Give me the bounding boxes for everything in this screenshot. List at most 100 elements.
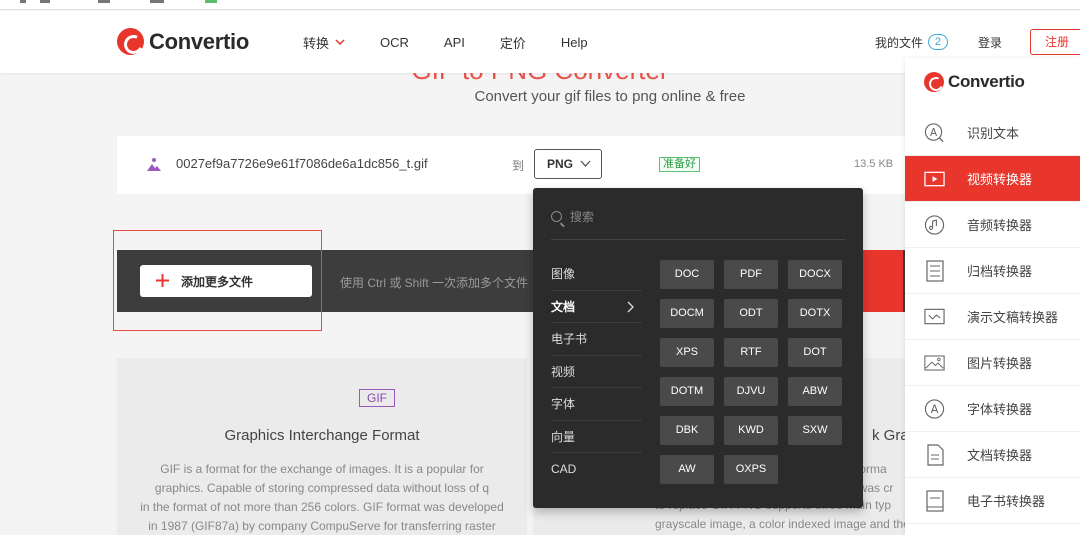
menu-item-archive-converter[interactable]: 归档转换器 — [905, 248, 1080, 294]
format-option-djvu[interactable]: DJVU — [724, 377, 778, 406]
format-option-oxps[interactable]: OXPS — [724, 455, 778, 484]
convert-button[interactable] — [863, 250, 903, 312]
menu-item-font-converter[interactable]: A 字体转换器 — [905, 386, 1080, 432]
svg-text:A: A — [930, 126, 938, 138]
brand-logo[interactable]: Convertio — [117, 28, 249, 55]
nav-api[interactable]: API — [444, 35, 465, 50]
ocr-icon: A — [924, 122, 945, 143]
format-option-rtf[interactable]: RTF — [724, 338, 778, 367]
font-icon: A — [924, 398, 945, 419]
format-option-docx[interactable]: DOCX — [788, 260, 842, 289]
description-line: GIF is a format for the exchange of imag… — [160, 462, 484, 476]
format-option-docm[interactable]: DOCM — [660, 299, 714, 328]
format-search[interactable]: 搜索 — [551, 208, 845, 240]
format-option-odt[interactable]: ODT — [724, 299, 778, 328]
menu-item-label: 图片转换器 — [967, 356, 1033, 371]
menu-brand-name: Convertio — [948, 72, 1025, 91]
format-tag: GIF — [359, 389, 395, 407]
target-format-value: PNG — [547, 157, 574, 171]
register-button[interactable]: 注册 — [1030, 29, 1080, 55]
file-size: 13.5 KB — [854, 158, 894, 170]
description-line: in the format of not more than 256 color… — [140, 500, 504, 514]
menu-item-image-converter[interactable]: 图片转换器 — [905, 340, 1080, 386]
file-name: 0027ef9a7726e9e61f7086de6a1dc856_t.gif — [176, 156, 428, 171]
nav-convert[interactable]: 转换 — [303, 33, 345, 52]
format-options-grid: DOC PDF DOCX DOCM ODT DOTX XPS RTF DOT D… — [660, 260, 846, 484]
presentation-icon — [924, 306, 945, 327]
format-option-dbk[interactable]: DBK — [660, 416, 714, 445]
category-document[interactable]: 文档 — [551, 291, 642, 323]
video-icon — [924, 168, 945, 189]
source-format-info: GIF Graphics Interchange Format GIF is a… — [117, 358, 527, 535]
nav-pricing[interactable]: 定价 — [500, 33, 526, 52]
category-document-label: 文档 — [551, 299, 576, 314]
image-file-icon — [146, 156, 162, 172]
chevron-down-icon — [335, 37, 345, 48]
convertio-logo-icon — [117, 28, 144, 55]
format-option-doc[interactable]: DOC — [660, 260, 714, 289]
format-option-dot[interactable]: DOT — [788, 338, 842, 367]
description-line: in 1987 (GIF87a) by company CompuServe f… — [148, 519, 496, 533]
category-font[interactable]: 字体 — [551, 388, 642, 421]
strip-mark — [150, 0, 164, 3]
my-files-count-badge: 2 — [927, 34, 948, 50]
format-option-pdf[interactable]: PDF — [724, 260, 778, 289]
my-files-link[interactable]: 我的文件 2 — [875, 34, 948, 51]
menu-item-label: 归档转换器 — [967, 264, 1033, 279]
main-nav: 转换 OCR API 定价 Help — [303, 11, 623, 73]
menu-item-document-converter[interactable]: 文档转换器 — [905, 432, 1080, 478]
svg-text:A: A — [931, 401, 939, 415]
archive-icon — [924, 259, 945, 282]
status-badge: 准备好 — [659, 157, 700, 172]
document-icon — [924, 443, 945, 466]
menu-item-ocr[interactable]: A 识别文本 — [905, 110, 1080, 156]
menu-item-label: 演示文稿转换器 — [967, 310, 1059, 325]
converter-menu-panel: Convertio A 识别文本 视频转换器 音频转换器 归档转换器 演示文稿转… — [905, 58, 1080, 535]
menu-item-video-converter[interactable]: 视频转换器 — [905, 156, 1080, 202]
category-image[interactable]: 图像 — [551, 258, 642, 291]
category-video[interactable]: 视频 — [551, 356, 642, 388]
format-option-kwd[interactable]: KWD — [724, 416, 778, 445]
menu-item-ebook-converter[interactable]: 电子书转换器 — [905, 478, 1080, 524]
converter-menu-list: A 识别文本 视频转换器 音频转换器 归档转换器 演示文稿转换器 图片转换器 A… — [905, 110, 1080, 524]
format-option-xps[interactable]: XPS — [660, 338, 714, 367]
format-description: GIF is a format for the exchange of imag… — [57, 460, 587, 535]
menu-item-label: 视频转换器 — [967, 172, 1033, 187]
ebook-icon — [924, 489, 945, 512]
menu-item-audio-converter[interactable]: 音频转换器 — [905, 202, 1080, 248]
image-icon — [924, 352, 945, 373]
format-option-sxw[interactable]: SXW — [788, 416, 842, 445]
format-option-aw[interactable]: AW — [660, 455, 714, 484]
nav-ocr[interactable]: OCR — [380, 35, 409, 50]
audio-icon — [924, 214, 945, 235]
strip-mark — [20, 0, 26, 3]
to-label: 到 — [512, 159, 525, 173]
search-icon — [551, 211, 562, 222]
category-ebook[interactable]: 电子书 — [551, 323, 642, 356]
convertio-logo-icon — [924, 72, 944, 92]
menu-item-presentation-converter[interactable]: 演示文稿转换器 — [905, 294, 1080, 340]
login-link[interactable]: 登录 — [978, 34, 1002, 51]
category-cad[interactable]: CAD — [551, 453, 642, 486]
format-title: Graphics Interchange Format — [224, 427, 420, 444]
brand-name: Convertio — [149, 28, 249, 54]
strip-mark — [40, 0, 50, 3]
target-format-select[interactable]: PNG — [534, 149, 602, 179]
format-option-abw[interactable]: ABW — [788, 377, 842, 406]
strip-mark — [205, 0, 217, 3]
highlight-box — [113, 230, 322, 331]
menu-item-label: 字体转换器 — [967, 402, 1033, 417]
top-strip — [0, 0, 1080, 10]
format-option-dotm[interactable]: DOTM — [660, 377, 714, 406]
nav-help[interactable]: Help — [561, 35, 588, 50]
menu-brand-logo[interactable]: Convertio — [924, 72, 1025, 92]
chevron-down-icon — [580, 150, 591, 189]
nav-convert-label: 转换 — [303, 35, 330, 51]
format-categories: 图像 文档 电子书 视频 字体 向量 CAD — [551, 258, 642, 486]
format-option-dotx[interactable]: DOTX — [788, 299, 842, 328]
menu-item-label: 音频转换器 — [967, 218, 1033, 233]
format-search-placeholder: 搜索 — [570, 210, 595, 224]
menu-item-label: 识别文本 — [967, 126, 1020, 141]
menu-item-label: 文档转换器 — [967, 448, 1033, 463]
category-vector[interactable]: 向量 — [551, 421, 642, 453]
